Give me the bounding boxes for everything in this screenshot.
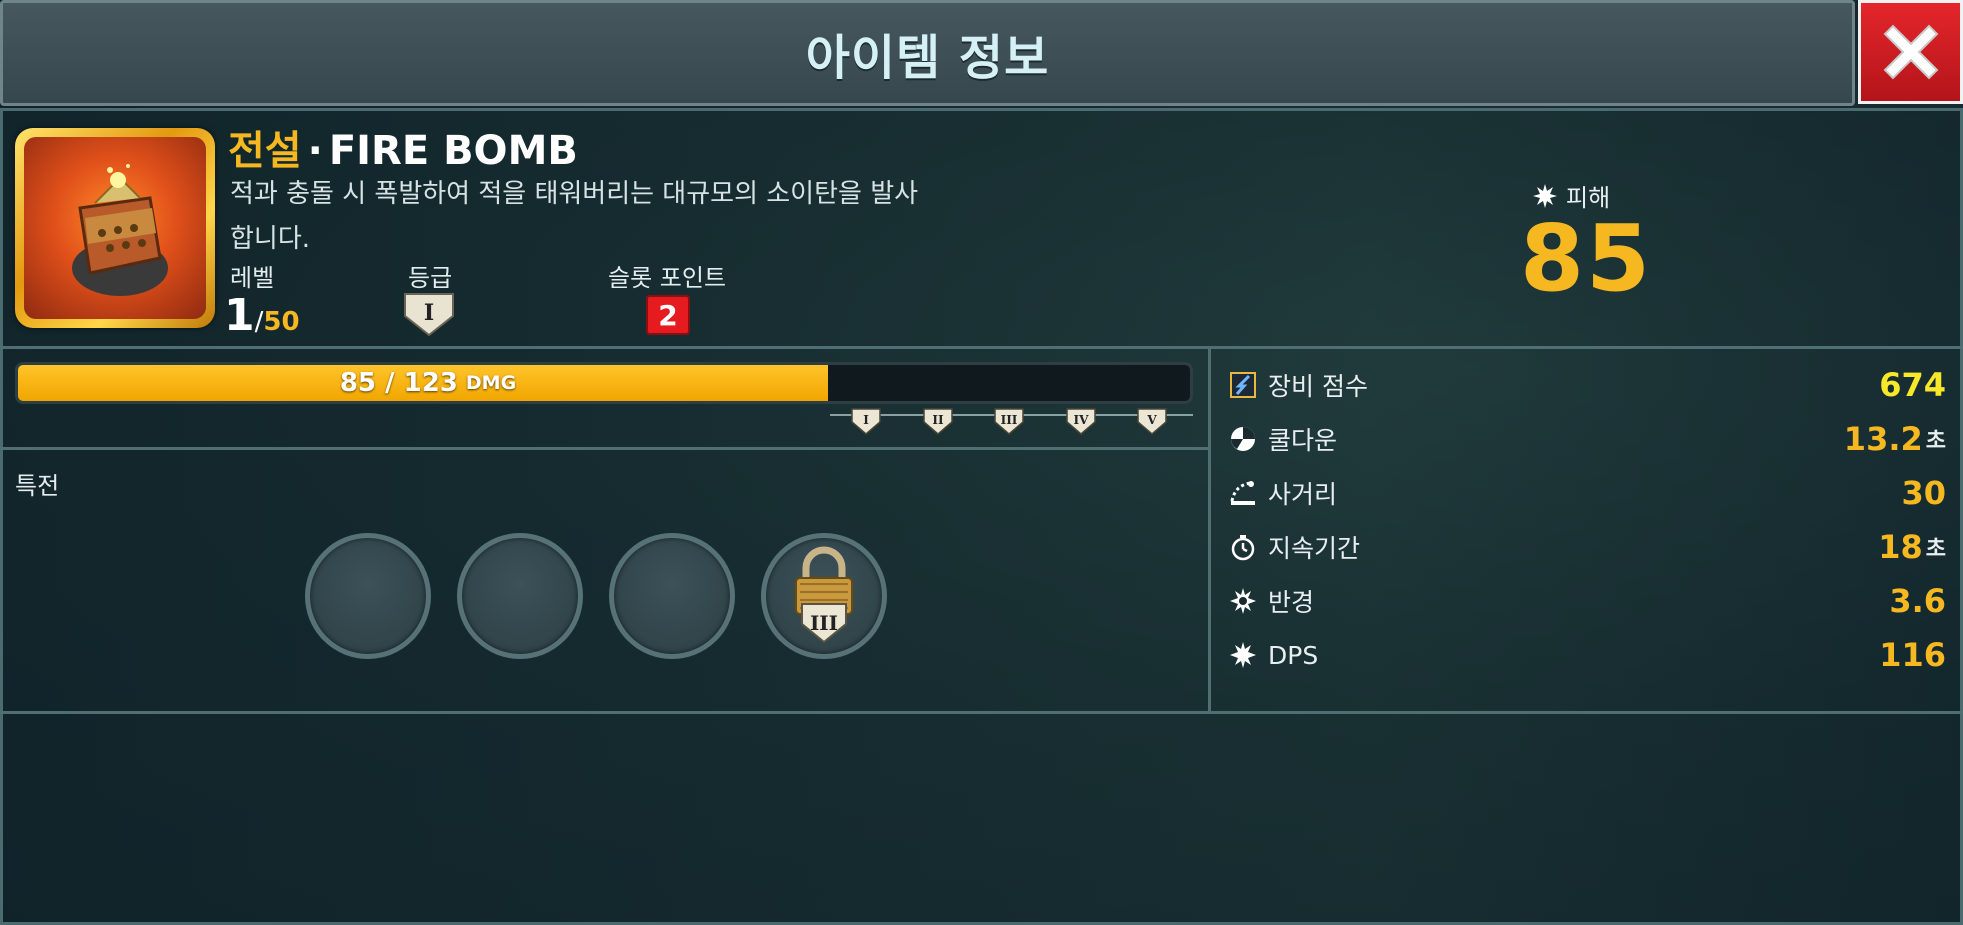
- close-icon: [1883, 24, 1938, 80]
- tier-marker-3: III: [994, 408, 1024, 435]
- padlock-icon: III: [795, 546, 853, 644]
- close-button[interactable]: [1858, 0, 1963, 104]
- perk-slot-1[interactable]: [305, 533, 431, 659]
- tier-marker-5: V: [1137, 408, 1167, 435]
- stat-label: 반경: [1268, 588, 1315, 617]
- level-max: 50: [263, 307, 300, 337]
- perk-slot-2[interactable]: [457, 533, 583, 659]
- stat-label: 사거리: [1268, 480, 1338, 509]
- divider: [1208, 348, 1211, 713]
- stat-suffix: 초: [1925, 429, 1946, 454]
- cooldown-icon: [1228, 424, 1258, 454]
- perks-label: 특전: [15, 472, 60, 500]
- perk-slot-4-locked[interactable]: III: [761, 533, 887, 659]
- stat-value: 13.2: [1843, 420, 1923, 458]
- level-current: 1: [224, 290, 255, 341]
- tier-badge-text: I: [424, 300, 434, 326]
- slot-points-badge: 2: [646, 295, 690, 335]
- progress-text: 85 / 123: [339, 368, 458, 398]
- name-separator: ·: [307, 128, 323, 174]
- stat-row-dps: DPS 116: [1228, 635, 1946, 675]
- stat-value: 30: [1901, 474, 1946, 512]
- divider: [0, 711, 1963, 714]
- fire-bomb-icon: [72, 164, 168, 296]
- tier-marker-4: IV: [1065, 408, 1096, 435]
- tier-badge-icon: I: [404, 293, 454, 337]
- progress-unit: DMG: [465, 372, 517, 394]
- perk-slot-3[interactable]: [609, 533, 735, 659]
- divider: [0, 346, 1963, 349]
- stat-value: 116: [1879, 636, 1946, 674]
- progress-text-row: 85 / 123 DMG: [18, 365, 838, 401]
- tier-marker-text: III: [1001, 413, 1018, 427]
- stat-label: 쿨다운: [1268, 426, 1338, 455]
- stat-row-duration: 지속기간 18 초: [1228, 527, 1946, 567]
- radius-icon: [1228, 586, 1258, 616]
- page-title: 아이템 정보: [805, 30, 1050, 86]
- tier-marker-2: II: [922, 408, 953, 435]
- damage-value: 85: [1520, 205, 1653, 312]
- damage-progress-bar: 85 / 123 DMG: [15, 362, 1193, 404]
- tier-marker-text: V: [1146, 413, 1157, 427]
- stat-value: 3.6: [1889, 582, 1946, 620]
- stat-suffix: 초: [1925, 537, 1946, 562]
- item-rarity: 전설: [228, 128, 302, 174]
- tier-label: 등급: [408, 264, 453, 292]
- locked-tier-text: III: [810, 611, 838, 635]
- slot-points-label: 슬롯 포인트: [608, 264, 727, 292]
- divider: [0, 447, 1210, 450]
- stat-row-radius: 반경 3.6: [1228, 581, 1946, 621]
- stopwatch-icon: [1228, 532, 1258, 562]
- stat-value: 18: [1878, 528, 1923, 566]
- stat-label: 지속기간: [1268, 534, 1361, 563]
- level-value: 1/50: [224, 290, 300, 341]
- title-bar: 아이템 정보: [0, 0, 1855, 106]
- tier-marker-text: I: [863, 413, 869, 427]
- stat-row-gear-score: 장비 점수 674: [1228, 365, 1946, 405]
- item-name: 전설 · FIRE BOMB: [228, 118, 578, 176]
- tier-marker-text: IV: [1073, 413, 1089, 427]
- tier-marker-text: II: [932, 413, 944, 427]
- stat-value: 674: [1879, 366, 1946, 404]
- tier-marker-1: I: [851, 408, 881, 435]
- gear-score-icon: [1228, 370, 1258, 400]
- item-description: 적과 충돌 시 폭발하여 적을 태워버리는 대규모의 소이탄을 발사합니다.: [230, 179, 919, 254]
- item-icon-frame: [15, 128, 215, 328]
- range-icon: [1228, 478, 1258, 508]
- stat-label: DPS: [1268, 640, 1319, 670]
- stat-label: 장비 점수: [1268, 372, 1368, 401]
- stat-row-range: 사거리 30: [1228, 473, 1946, 513]
- item-title: FIRE BOMB: [328, 128, 578, 174]
- level-label: 레벨: [230, 264, 275, 292]
- burst-icon: [1228, 640, 1258, 670]
- stat-row-cooldown: 쿨다운 13.2 초: [1228, 419, 1946, 459]
